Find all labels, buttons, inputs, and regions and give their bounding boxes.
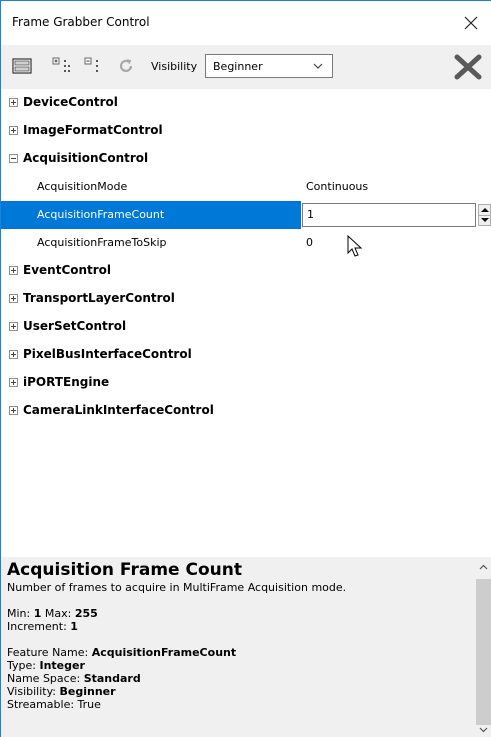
- expand-plus-icon[interactable]: [9, 126, 18, 135]
- property-name: AcquisitionFrameToSkip: [37, 236, 167, 249]
- property-row[interactable]: AcquisitionMode Continuous: [1, 173, 491, 201]
- tree-category-row[interactable]: PixelBusInterfaceControl: [1, 341, 491, 369]
- tree-category-row[interactable]: UserSetControl: [1, 313, 491, 341]
- close-icon: [464, 16, 478, 30]
- category-label: ImageFormatControl: [23, 123, 163, 137]
- spinner-divider: [479, 215, 490, 216]
- toolbar: Visibility Beginner: [1, 45, 491, 89]
- expand-plus-icon[interactable]: [9, 294, 18, 303]
- property-row-selected[interactable]: AcquisitionFrameCount 1: [1, 201, 491, 229]
- refresh-button[interactable]: [115, 55, 137, 77]
- display-icon: [12, 58, 32, 74]
- tree-category-row[interactable]: DeviceControl: [1, 89, 491, 117]
- title-bar[interactable]: Frame Grabber Control: [1, 1, 491, 45]
- namespace-value: Standard: [83, 672, 141, 685]
- reset-button[interactable]: [453, 53, 483, 81]
- tree-category-row[interactable]: EventControl: [1, 257, 491, 285]
- expand-plus-icon[interactable]: [9, 406, 18, 415]
- scroll-up-icon[interactable]: [479, 563, 488, 572]
- property-row[interactable]: AcquisitionFrameToSkip 0: [1, 229, 491, 257]
- increment-value: 1: [70, 620, 78, 633]
- category-label: TransportLayerControl: [23, 291, 175, 305]
- max-label: Max:: [44, 607, 72, 620]
- category-label: AcquisitionControl: [23, 151, 149, 165]
- description-content: Acquisition Frame Count Number of frames…: [7, 559, 471, 711]
- min-label: Min:: [7, 607, 31, 620]
- type-line: Type: Integer: [7, 659, 471, 672]
- description-scrollbar[interactable]: [475, 557, 491, 737]
- tree-category-row[interactable]: ImageFormatControl: [1, 117, 491, 145]
- expand-plus-icon[interactable]: [9, 378, 18, 387]
- scrollbar-thumb[interactable]: [476, 579, 491, 725]
- frame-count-value: 1: [307, 208, 314, 221]
- type-label: Type:: [7, 659, 36, 672]
- type-value: Integer: [39, 659, 85, 672]
- spin-down-icon[interactable]: [481, 218, 489, 222]
- category-label: EventControl: [23, 263, 112, 277]
- category-label: PixelBusInterfaceControl: [23, 347, 192, 361]
- visibility-selected-value: Beginner: [213, 60, 263, 73]
- tree-category-row[interactable]: TransportLayerControl: [1, 285, 491, 313]
- feature-name-line: Feature Name: AcquisitionFrameCount: [7, 646, 471, 659]
- range-line: Min: 1 Max: 255: [7, 607, 471, 620]
- category-view-button[interactable]: [11, 55, 33, 77]
- tree-category-row[interactable]: iPORTEngine: [1, 369, 491, 397]
- max-value: 255: [74, 607, 98, 620]
- close-button[interactable]: [451, 5, 491, 41]
- streamable-line-partial: Streamable: True: [7, 698, 101, 711]
- min-value: 1: [33, 607, 42, 620]
- visibility-line: Visibility: Beginner: [7, 685, 471, 698]
- category-label: iPORTEngine: [23, 375, 110, 389]
- category-label: UserSetControl: [23, 319, 127, 333]
- collapse-all-button[interactable]: [83, 55, 105, 77]
- tree-category-row[interactable]: CameraLinkInterfaceControl: [1, 397, 491, 425]
- visibility-label: Visibility: [151, 60, 198, 73]
- collapse-minus-icon[interactable]: [9, 154, 18, 163]
- refresh-icon: [119, 59, 133, 72]
- expand-plus-icon[interactable]: [9, 322, 18, 331]
- frame-count-input[interactable]: 1: [302, 203, 476, 227]
- increment-line: Increment: 1: [7, 620, 471, 633]
- feature-name-value: AcquisitionFrameCount: [91, 646, 237, 659]
- expand-plus-icon[interactable]: [9, 266, 18, 275]
- category-label: DeviceControl: [23, 95, 118, 109]
- visibility-dropdown[interactable]: Beginner: [205, 54, 333, 78]
- feature-tree: DeviceControl ImageFormatControl Acquisi…: [1, 89, 491, 557]
- chevron-down-icon: [313, 63, 323, 69]
- namespace-line: Name Space: Standard: [7, 672, 471, 685]
- tree-category-row[interactable]: AcquisitionControl: [1, 145, 491, 173]
- frame-grabber-window: Frame Grabber Control Visibility Beginne…: [0, 0, 491, 737]
- expand-all-button[interactable]: [51, 55, 73, 77]
- description-title: Acquisition Frame Count: [7, 560, 242, 580]
- category-label: CameraLinkInterfaceControl: [23, 403, 214, 417]
- description-summary: Number of frames to acquire in MultiFram…: [7, 581, 347, 594]
- scroll-down-icon[interactable]: [479, 725, 488, 734]
- spin-up-icon[interactable]: [481, 208, 489, 212]
- tools-x-icon: [454, 54, 482, 80]
- frame-count-spinner[interactable]: [478, 204, 491, 226]
- property-name: AcquisitionMode: [37, 180, 128, 193]
- increment-label: Increment:: [7, 620, 67, 633]
- description-panel: Acquisition Frame Count Number of frames…: [1, 557, 491, 737]
- property-name: AcquisitionFrameCount: [37, 208, 165, 221]
- visibility-info-label: Visibility:: [7, 685, 57, 698]
- mouse-pointer-icon: [347, 235, 363, 257]
- expand-plus-icon[interactable]: [9, 350, 18, 359]
- feature-name-label: Feature Name:: [7, 646, 89, 659]
- expand-plus-icon[interactable]: [9, 98, 18, 107]
- namespace-label: Name Space:: [7, 672, 81, 685]
- expand-tree-icon: [52, 57, 70, 72]
- property-value[interactable]: Continuous: [306, 180, 368, 193]
- property-value[interactable]: 0: [306, 236, 313, 249]
- visibility-info-value: Beginner: [59, 685, 116, 698]
- window-title: Frame Grabber Control: [12, 15, 150, 29]
- collapse-tree-icon: [84, 57, 98, 72]
